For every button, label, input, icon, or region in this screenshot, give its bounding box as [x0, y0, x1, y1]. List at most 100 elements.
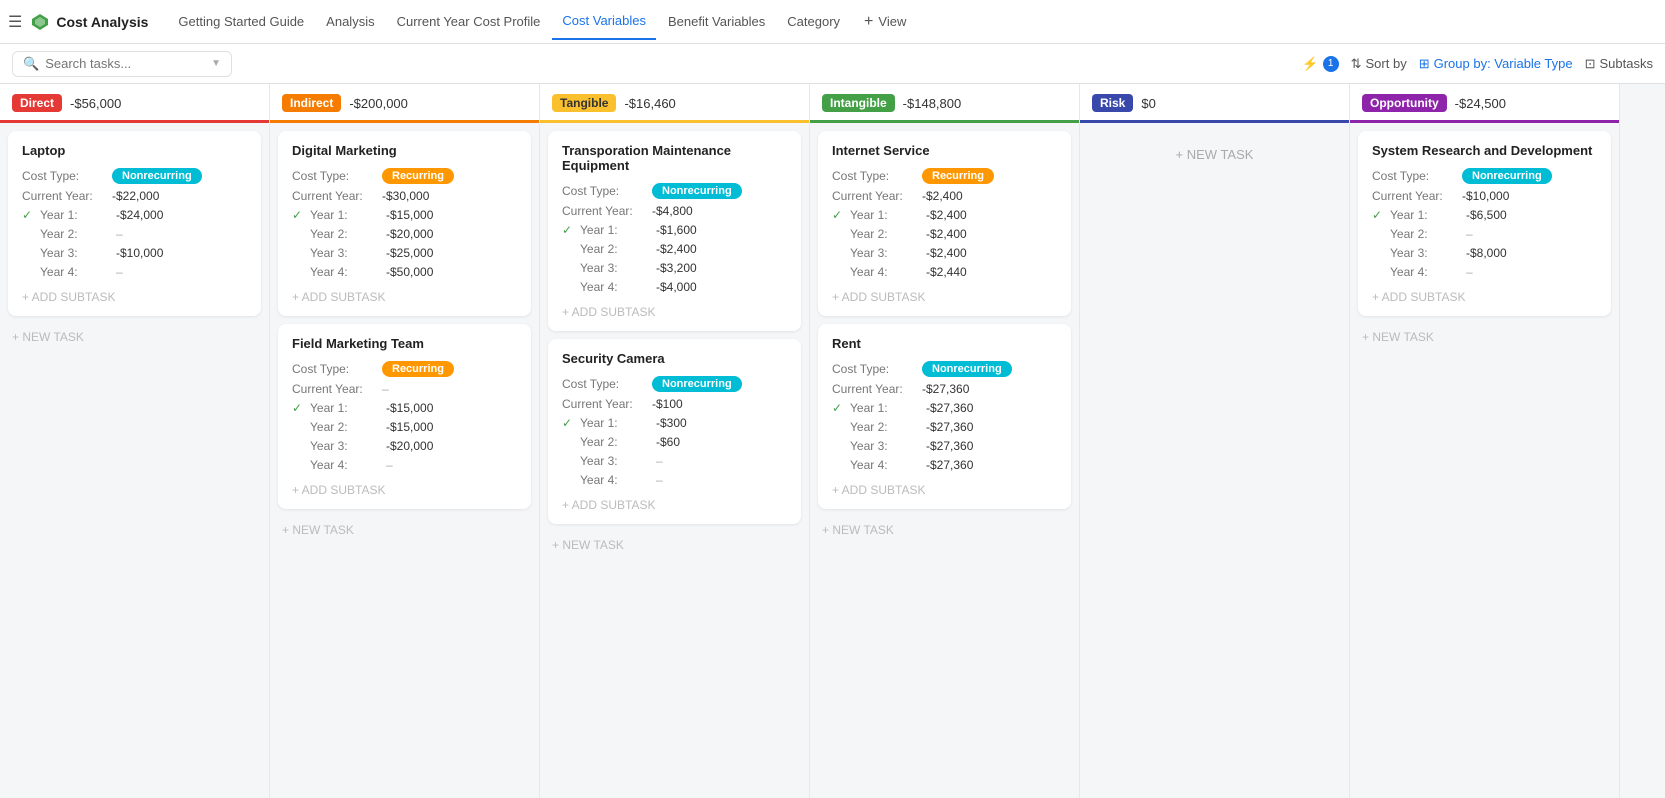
app-title: Cost Analysis: [56, 14, 148, 30]
menu-icon[interactable]: ☰: [8, 12, 22, 32]
add-subtask-btn[interactable]: + ADD SUBTASK: [1372, 284, 1597, 304]
year-label-4: Year 4:: [310, 265, 386, 279]
year-value-2: -$60: [656, 435, 680, 449]
add-subtask-btn[interactable]: + ADD SUBTASK: [832, 477, 1057, 497]
add-subtask-btn[interactable]: + ADD SUBTASK: [832, 284, 1057, 304]
view-label: View: [878, 14, 906, 29]
card-tangible-1: Security CameraCost Type:NonrecurringCur…: [548, 339, 801, 524]
new-task-btn-tangible[interactable]: + NEW TASK: [548, 532, 801, 558]
add-subtask-btn[interactable]: + ADD SUBTASK: [22, 284, 247, 304]
year-label-3: Year 3:: [580, 454, 656, 468]
add-subtask-btn[interactable]: + ADD SUBTASK: [562, 492, 787, 512]
group-label: Group by: Variable Type: [1434, 56, 1573, 71]
group-button[interactable]: ⊞ Group by: Variable Type: [1419, 56, 1573, 72]
cost-type-label: Cost Type:: [832, 362, 922, 376]
year-label-2: Year 2:: [310, 227, 386, 241]
filter-badge[interactable]: ⚡ 1: [1302, 56, 1338, 72]
cost-type-row: Cost Type:Recurring: [292, 361, 517, 377]
year-value-3: -$10,000: [116, 246, 163, 260]
check-icon: ✓: [562, 223, 576, 237]
toolbar-right: ⚡ 1 ⇅ Sort by ⊞ Group by: Variable Type …: [1302, 56, 1653, 72]
new-task-btn-opportunity[interactable]: + NEW TASK: [1358, 324, 1611, 350]
tab-analysis[interactable]: Analysis: [316, 4, 384, 40]
year-value-2: -$20,000: [386, 227, 433, 241]
app-logo: [30, 12, 50, 32]
year-row-3: Year 3:-$3,200: [562, 261, 787, 275]
new-task-center-risk[interactable]: + NEW TASK: [1088, 131, 1341, 178]
cost-type-label: Cost Type:: [562, 184, 652, 198]
year-value-3: –: [656, 454, 663, 468]
column-header-indirect: Indirect-$200,000: [270, 84, 539, 123]
tab-cost-variables[interactable]: Cost Variables: [552, 4, 656, 40]
tab-view[interactable]: + View: [854, 4, 916, 40]
add-subtask-btn[interactable]: + ADD SUBTASK: [562, 299, 787, 319]
column-body-direct: LaptopCost Type:NonrecurringCurrent Year…: [0, 123, 269, 798]
year-label-1: Year 1:: [40, 208, 116, 222]
year-value-3: -$25,000: [386, 246, 433, 260]
column-opportunity: Opportunity-$24,500System Research and D…: [1350, 84, 1620, 798]
year-label-2: Year 2:: [310, 420, 386, 434]
year-row-3: Year 3:–: [562, 454, 787, 468]
column-body-risk: + NEW TASK: [1080, 123, 1349, 798]
new-task-btn-intangible[interactable]: + NEW TASK: [818, 517, 1071, 543]
year-label-2: Year 2:: [580, 435, 656, 449]
search-box[interactable]: 🔍 ▼: [12, 51, 232, 77]
year-label-3: Year 3:: [850, 246, 926, 260]
year-value-4: -$50,000: [386, 265, 433, 279]
year-value-2: -$2,400: [656, 242, 697, 256]
new-task-btn-indirect[interactable]: + NEW TASK: [278, 517, 531, 543]
badge-risk: Risk: [1092, 94, 1133, 112]
year-row-1: ✓Year 1:-$2,400: [832, 208, 1057, 222]
year-row-4: Year 4:-$2,440: [832, 265, 1057, 279]
card-intangible-1: RentCost Type:NonrecurringCurrent Year:-…: [818, 324, 1071, 509]
tab-benefit-variables[interactable]: Benefit Variables: [658, 4, 775, 40]
year-value-4: –: [386, 458, 393, 472]
year-label-1: Year 1:: [1390, 208, 1466, 222]
year-value-1: -$24,000: [116, 208, 163, 222]
year-value-4: –: [1466, 265, 1473, 279]
sort-label: Sort by: [1366, 56, 1407, 71]
column-tangible: Tangible-$16,460Transporation Maintenanc…: [540, 84, 810, 798]
search-input[interactable]: [45, 56, 205, 71]
current-year-value: -$100: [652, 397, 683, 411]
year-value-4: -$2,440: [926, 265, 967, 279]
current-year-row: Current Year:-$10,000: [1372, 189, 1597, 203]
year-label-4: Year 4:: [1390, 265, 1466, 279]
add-subtask-btn[interactable]: + ADD SUBTASK: [292, 284, 517, 304]
sort-button[interactable]: ⇅ Sort by: [1351, 56, 1407, 72]
new-task-btn-direct[interactable]: + NEW TASK: [8, 324, 261, 350]
year-label-3: Year 3:: [310, 246, 386, 260]
year-row-3: Year 3:-$10,000: [22, 246, 247, 260]
add-subtask-btn[interactable]: + ADD SUBTASK: [292, 477, 517, 497]
check-icon: ✓: [832, 401, 846, 415]
cost-type-badge: Nonrecurring: [652, 183, 742, 199]
card-title: Digital Marketing: [292, 143, 517, 158]
year-label-4: Year 4:: [580, 280, 656, 294]
filter-count: 1: [1323, 56, 1339, 72]
current-year-row: Current Year:-$4,800: [562, 204, 787, 218]
cost-type-label: Cost Type:: [562, 377, 652, 391]
year-row-4: Year 4:-$4,000: [562, 280, 787, 294]
col-total-opportunity: -$24,500: [1455, 96, 1506, 111]
year-label-4: Year 4:: [40, 265, 116, 279]
subtasks-button[interactable]: ⊡ Subtasks: [1585, 56, 1653, 72]
tab-current-year[interactable]: Current Year Cost Profile: [387, 4, 551, 40]
year-value-4: -$27,360: [926, 458, 973, 472]
tab-category[interactable]: Category: [777, 4, 850, 40]
column-body-tangible: Transporation Maintenance EquipmentCost …: [540, 123, 809, 798]
cost-type-label: Cost Type:: [832, 169, 922, 183]
year-label-1: Year 1:: [850, 208, 926, 222]
top-nav: ☰ Cost Analysis Getting Started GuideAna…: [0, 0, 1665, 44]
check-icon: ✓: [292, 401, 306, 415]
card-title: Internet Service: [832, 143, 1057, 158]
current-year-value: -$22,000: [112, 189, 159, 203]
tab-getting-started[interactable]: Getting Started Guide: [168, 4, 314, 40]
card-title: Field Marketing Team: [292, 336, 517, 351]
current-year-label: Current Year:: [1372, 189, 1462, 203]
search-icon: 🔍: [23, 56, 39, 72]
year-row-2: Year 2:–: [22, 227, 247, 241]
current-year-label: Current Year:: [292, 189, 382, 203]
year-row-3: Year 3:-$20,000: [292, 439, 517, 453]
current-year-value: -$2,400: [922, 189, 963, 203]
column-header-opportunity: Opportunity-$24,500: [1350, 84, 1619, 123]
